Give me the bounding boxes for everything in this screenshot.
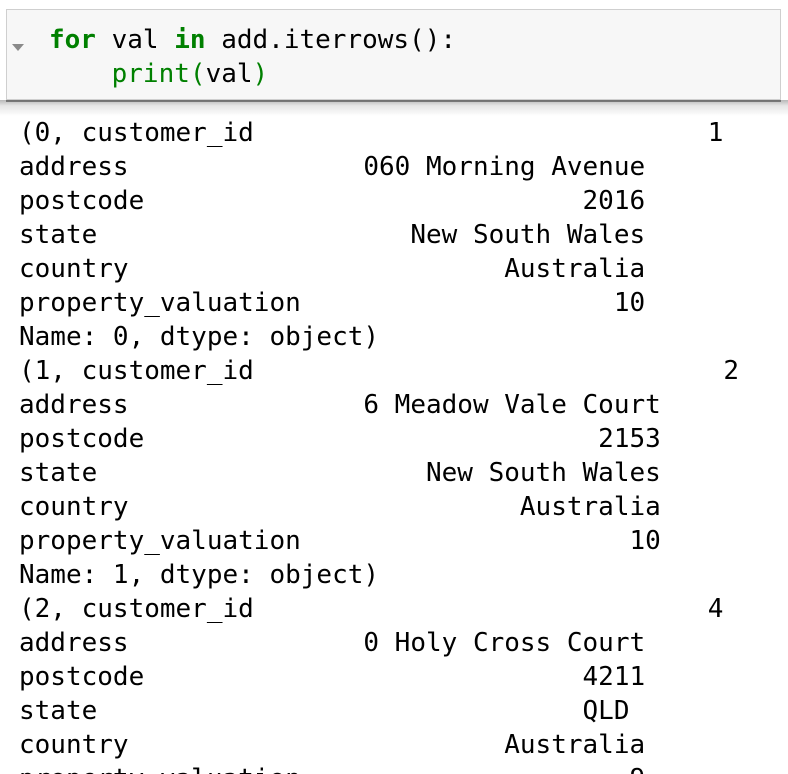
notebook-view: for val in add.iterrows(): print(val) (0…	[0, 0, 788, 774]
code-line-1[interactable]: for val in add.iterrows():	[49, 23, 456, 57]
output-line: state New South Wales	[19, 220, 646, 250]
output-line: postcode 2016	[19, 186, 646, 216]
cell-output: (0, customer_id 1 address 060 Morning Av…	[0, 116, 788, 774]
output-line: (1, customer_id 2	[19, 356, 740, 386]
close-paren: )	[252, 59, 269, 89]
keyword-for: for	[49, 25, 96, 55]
output-line: Name: 0, dtype: object)	[19, 322, 380, 352]
output-shadow	[0, 100, 788, 116]
output-line: state New South Wales	[19, 458, 661, 488]
code-text: val	[205, 59, 253, 89]
output-line: property_valuation 10	[19, 526, 661, 556]
code-text: add.iterrows():	[205, 25, 457, 55]
keyword-in: in	[174, 25, 206, 55]
open-paren: (	[189, 59, 206, 89]
output-line: property_valuation 9	[19, 762, 645, 774]
code-line-2[interactable]: print(val)	[49, 57, 269, 91]
builtin-print: print	[111, 59, 190, 89]
output-line: address 060 Morning Avenue	[19, 152, 646, 182]
code-input-cell[interactable]: for val in add.iterrows(): print(val)	[6, 9, 781, 100]
output-line: state QLD	[19, 696, 630, 726]
code-text: val	[95, 25, 175, 55]
output-line: country Australia	[19, 492, 661, 522]
output-line: address 6 Meadow Vale Court	[19, 390, 661, 420]
output-line: (2, customer_id 4	[19, 594, 724, 624]
collapse-toggle-icon[interactable]	[7, 38, 33, 58]
output-line: postcode 4211	[19, 662, 646, 692]
output-line: postcode 2153	[19, 424, 661, 454]
output-line: address 0 Holy Cross Court	[19, 628, 646, 658]
output-line: country Australia	[19, 730, 646, 760]
output-line: country Australia	[19, 254, 646, 284]
output-line: property_valuation 10	[19, 288, 646, 318]
output-line: (0, customer_id 1	[19, 118, 724, 148]
output-line: Name: 1, dtype: object)	[19, 560, 380, 590]
